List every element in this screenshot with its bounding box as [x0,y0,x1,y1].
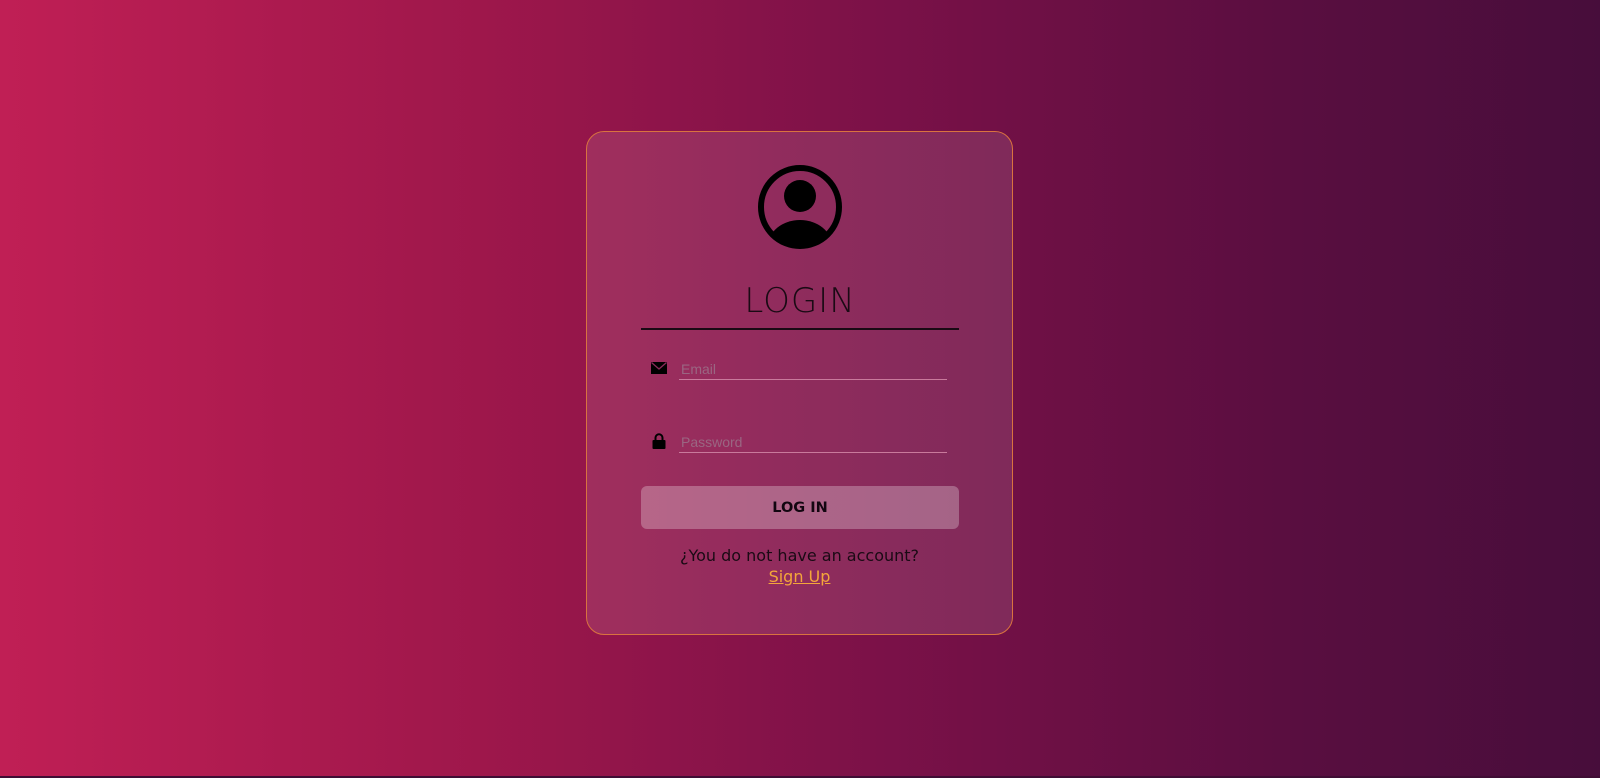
password-field[interactable] [679,431,947,453]
title-divider [641,328,959,330]
password-field-row [651,431,951,455]
envelope-icon [651,362,667,374]
lock-icon [652,433,666,449]
signup-link[interactable]: Sign Up [769,567,831,586]
user-avatar-icon [758,165,842,249]
email-field-row [651,358,951,382]
email-field[interactable] [679,358,947,380]
signup-link-wrapper: Sign Up [587,567,1012,586]
login-title: LOGIN [744,281,856,321]
login-card: LOGIN LOG IN ¿You do not have an account… [586,131,1013,635]
login-button[interactable]: LOG IN [641,486,959,529]
signup-prompt: ¿You do not have an account? [679,546,920,565]
